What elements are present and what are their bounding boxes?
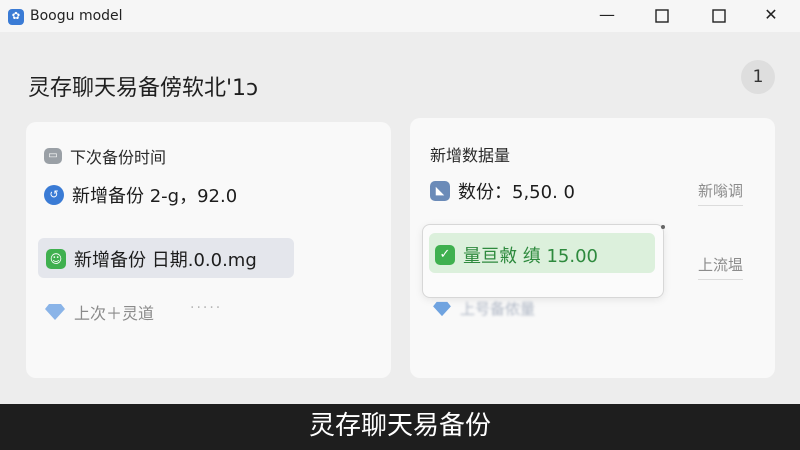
title-bar: ✿ Boogu model — ✕ <box>0 0 800 32</box>
last-backup-row: 上次＋灵道 <box>44 300 154 324</box>
backup-size-text: 新增备份 2-g，92.0 <box>72 186 238 207</box>
page-title: 灵存聊天易备傍软北'1ɔ <box>28 76 259 101</box>
blurred-label: 上号备侬量 <box>460 300 536 318</box>
diamond-icon <box>45 304 65 320</box>
backup-highlight-row[interactable]: ☺ 新增备份 日期.0.0.mg <box>38 238 294 278</box>
minimize-button[interactable]: — <box>584 0 630 32</box>
restore-button[interactable] <box>696 0 742 32</box>
upload-button[interactable]: 上流塭 <box>698 254 744 280</box>
data-count-row: ◣ 数份：5,50. 0 <box>430 178 575 204</box>
data-count-text: 数份：5,50. 0 <box>458 182 575 203</box>
card-title: 新增数据量 <box>430 146 511 165</box>
data-popup: ✓ 量亘敹 缜 15.00 <box>422 224 665 298</box>
backup-icon: ↺ <box>44 185 64 205</box>
backup-detail-text: 新增备份 日期.0.0.mg <box>74 250 257 271</box>
restore-icon <box>712 9 726 23</box>
close-button[interactable]: ✕ <box>748 0 794 32</box>
window-title: Boogu model <box>30 8 123 24</box>
last-backup-text: 上次＋灵道 <box>74 304 155 323</box>
update-button[interactable]: 新嗡调 <box>698 180 744 206</box>
maximize-icon <box>655 9 669 23</box>
popup-row: ✓ 量亘敹 缜 15.00 <box>435 242 598 268</box>
chat-icon: ☺ <box>46 249 66 269</box>
calendar-icon: ▭ <box>44 148 62 164</box>
app-window: ✿ Boogu model — ✕ 灵存聊天易备傍软北'1ɔ 1 ▭ 下次备份时… <box>0 0 800 404</box>
chart-icon: ◣ <box>430 181 450 201</box>
popup-value-text: 量亘敹 缜 15.00 <box>463 246 598 267</box>
highlight-content: ☺ 新增备份 日期.0.0.mg <box>46 246 257 272</box>
blurred-row: 上号备侬量 <box>432 298 535 319</box>
maximize-button[interactable] <box>639 0 685 32</box>
card-title-row: ▭ 下次备份时间 <box>44 144 166 168</box>
subtitle-caption: 灵存聊天易备份 <box>0 404 800 450</box>
count-badge[interactable]: 1 <box>741 60 775 94</box>
checkbox-icon[interactable]: ✓ <box>435 245 455 265</box>
backup-info-row: ↺ 新增备份 2-g，92.0 <box>44 182 237 208</box>
app-logo-icon: ✿ <box>8 9 24 25</box>
dots-divider: ····· <box>190 300 223 316</box>
gem-icon <box>433 301 451 316</box>
card-title: 下次备份时间 <box>70 148 167 167</box>
highlight-box[interactable]: ✓ 量亘敹 缜 15.00 <box>429 233 655 273</box>
resize-handle-icon[interactable] <box>661 225 665 229</box>
